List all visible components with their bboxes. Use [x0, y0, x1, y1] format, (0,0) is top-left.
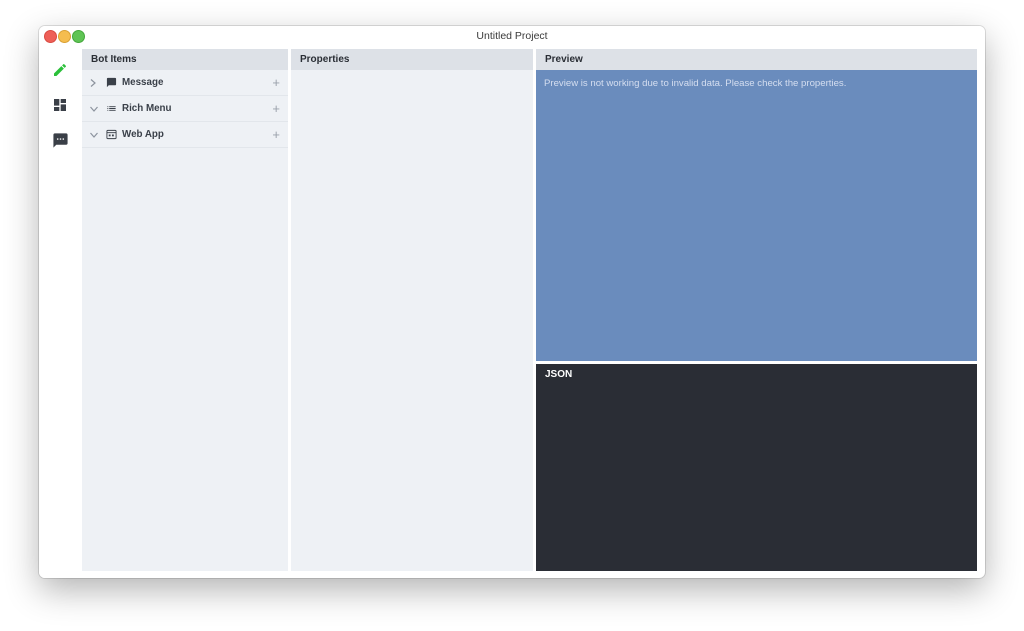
json-header: JSON: [536, 364, 977, 386]
chevron-down-icon[interactable]: [90, 132, 99, 138]
dashboard-icon: [54, 99, 66, 111]
chat-icon: [52, 132, 68, 148]
list-icon: [105, 103, 117, 115]
activity-dashboard-button[interactable]: [50, 95, 70, 115]
bot-items-header: Bot Items: [82, 49, 288, 70]
preview-panel: Preview Preview is not working due to in…: [536, 49, 977, 361]
title-bar: Untitled Project: [39, 26, 985, 48]
tree-item-web-app[interactable]: Web App +: [82, 122, 288, 148]
message-icon: [105, 77, 117, 89]
tree-item-label: Rich Menu: [122, 103, 172, 114]
add-message-button[interactable]: +: [272, 75, 280, 90]
chevron-down-icon[interactable]: [90, 106, 99, 112]
tree-item-rich-menu[interactable]: Rich Menu +: [82, 96, 288, 122]
tree-item-label: Message: [122, 77, 164, 88]
tree-item-label: Web App: [122, 129, 164, 140]
json-panel: JSON: [536, 364, 977, 571]
properties-panel: Properties: [291, 49, 533, 571]
window-title: Untitled Project: [476, 30, 548, 42]
preview-error-message: Preview is not working due to invalid da…: [544, 78, 847, 89]
add-rich-menu-button[interactable]: +: [272, 101, 280, 116]
chevron-right-icon[interactable]: [90, 78, 99, 87]
activity-bar: [39, 48, 81, 578]
add-web-app-button[interactable]: +: [272, 127, 280, 142]
preview-header: Preview: [536, 49, 977, 70]
pencil-icon: [54, 63, 67, 76]
properties-header: Properties: [291, 49, 533, 70]
activity-chat-button[interactable]: [50, 130, 70, 150]
activity-edit-button[interactable]: [50, 60, 70, 80]
tree-item-message[interactable]: Message +: [82, 70, 288, 96]
webapp-icon: [105, 129, 117, 141]
app-window: Untitled Project Bot Items Message + Ric…: [39, 26, 985, 578]
bot-items-panel: Bot Items Message + Rich Menu + Web App …: [82, 49, 288, 571]
